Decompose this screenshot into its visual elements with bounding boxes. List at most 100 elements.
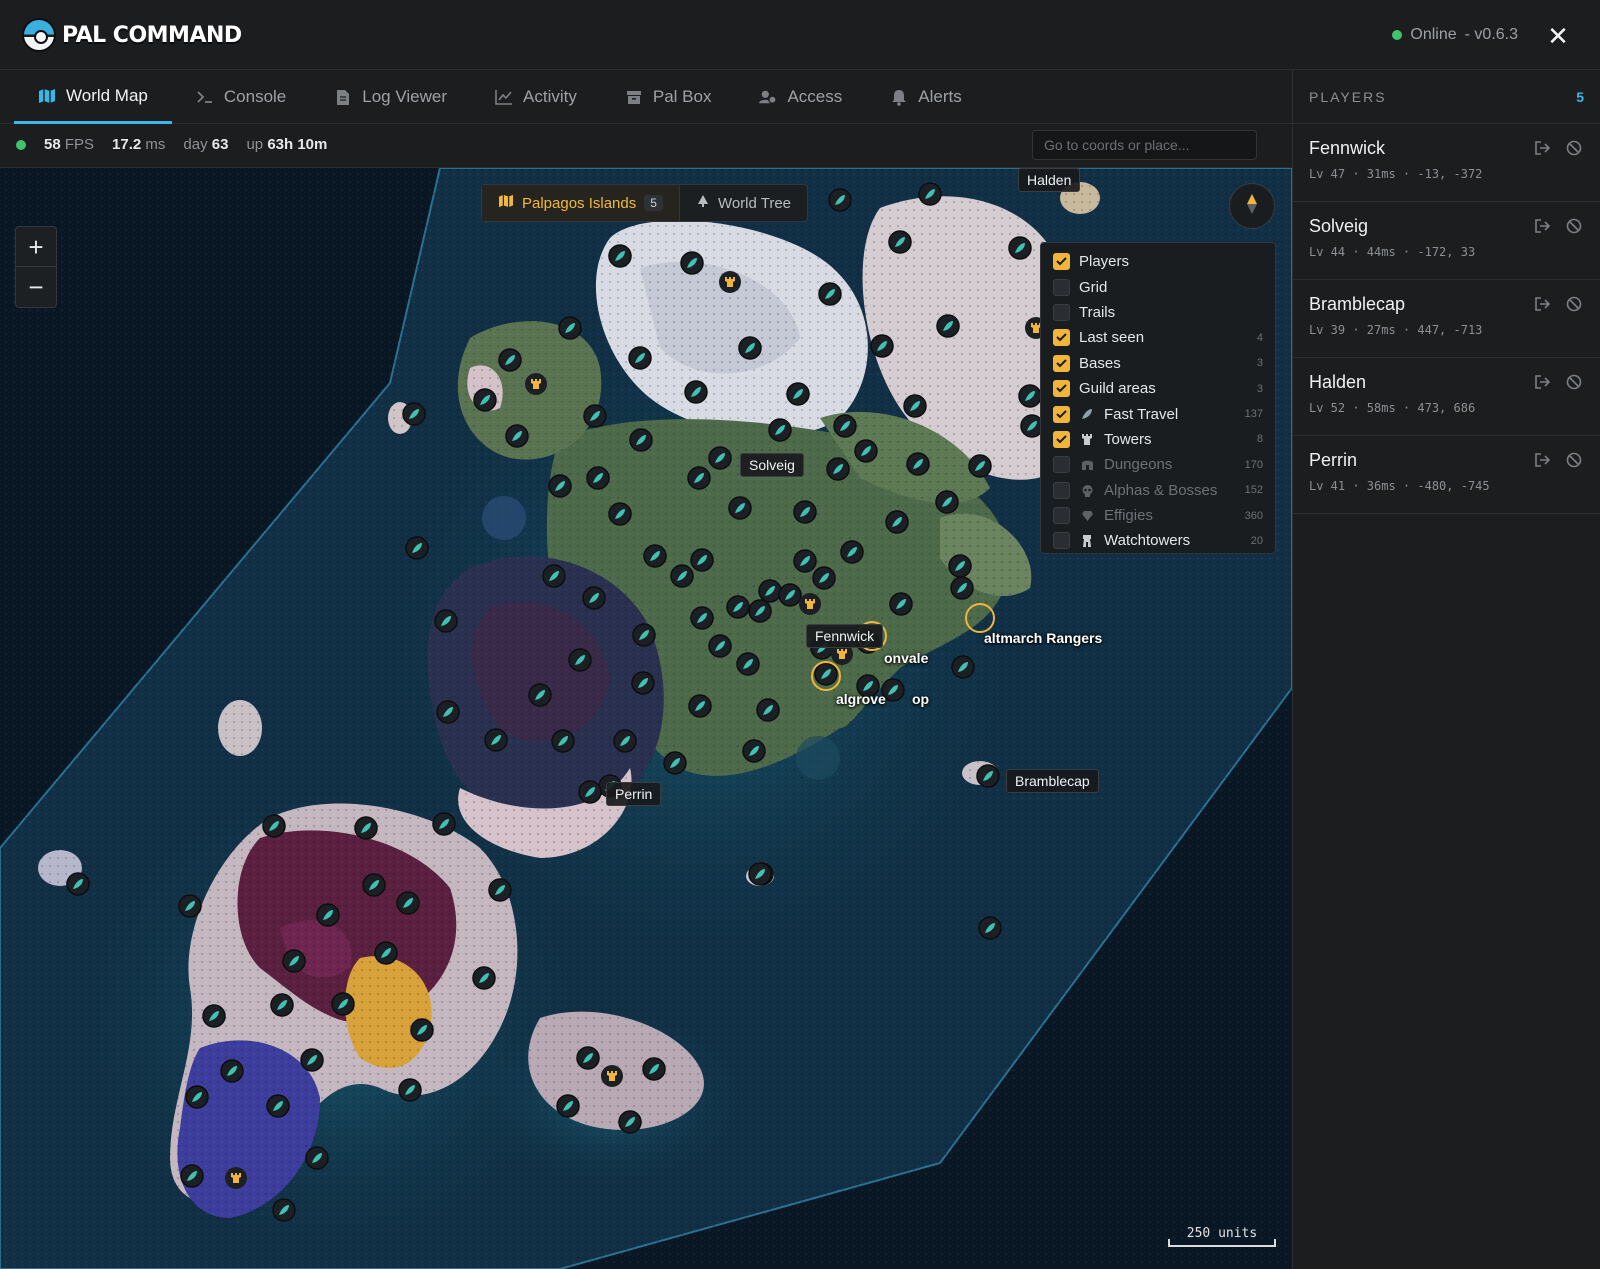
zoom-out-button[interactable]: −: [16, 267, 56, 307]
fast-travel-marker[interactable]: [618, 1110, 642, 1134]
fast-travel-marker[interactable]: [472, 966, 496, 990]
fast-travel-marker[interactable]: [266, 1094, 290, 1118]
fast-travel-marker[interactable]: [936, 314, 960, 338]
kick-icon[interactable]: [1534, 452, 1552, 470]
fast-travel-marker[interactable]: [632, 623, 656, 647]
fast-travel-marker[interactable]: [583, 404, 607, 428]
fast-travel-marker[interactable]: [728, 496, 752, 520]
fast-travel-marker[interactable]: [903, 394, 927, 418]
player-row[interactable]: Halden Lv 52 · 58ms · 473, 686: [1293, 358, 1600, 436]
fast-travel-marker[interactable]: [262, 814, 286, 838]
region-palpagos-islands[interactable]: Palpagos Islands 5: [482, 185, 680, 221]
layer-players[interactable]: Players: [1053, 249, 1263, 274]
fast-travel-marker[interactable]: [551, 729, 575, 753]
tab-log-viewer[interactable]: Log Viewer: [310, 70, 471, 124]
fast-travel-marker[interactable]: [778, 583, 802, 607]
checkbox[interactable]: [1053, 253, 1070, 271]
fast-travel-marker[interactable]: [220, 1059, 244, 1083]
fast-travel-marker[interactable]: [918, 182, 942, 206]
fast-travel-marker[interactable]: [948, 554, 972, 578]
kick-icon[interactable]: [1534, 140, 1552, 158]
layer-fast-travel[interactable]: Fast Travel 137: [1053, 401, 1263, 426]
fast-travel-marker[interactable]: [300, 1048, 324, 1072]
fast-travel-marker[interactable]: [976, 764, 1000, 788]
fast-travel-marker[interactable]: [631, 671, 655, 695]
tab-activity[interactable]: Activity: [471, 70, 601, 124]
player-marker-label[interactable]: Bramblecap: [1006, 769, 1099, 793]
fast-travel-marker[interactable]: [684, 380, 708, 404]
fast-travel-marker[interactable]: [362, 873, 386, 897]
kick-icon[interactable]: [1534, 374, 1552, 392]
fast-travel-marker[interactable]: [768, 418, 792, 442]
fast-travel-marker[interactable]: [1018, 384, 1042, 408]
fast-travel-marker[interactable]: [402, 402, 426, 426]
checkbox[interactable]: [1053, 532, 1070, 550]
fast-travel-marker[interactable]: [398, 1078, 422, 1102]
fast-travel-marker[interactable]: [826, 457, 850, 481]
fast-travel-marker[interactable]: [498, 348, 522, 372]
fast-travel-marker[interactable]: [814, 662, 838, 686]
fast-travel-marker[interactable]: [793, 500, 817, 524]
player-marker-label[interactable]: Halden: [1018, 168, 1081, 192]
coords-search-input[interactable]: [1032, 130, 1257, 160]
fast-travel-marker[interactable]: [870, 334, 894, 358]
fast-travel-marker[interactable]: [405, 536, 429, 560]
region-world-tree[interactable]: World Tree: [680, 185, 807, 221]
fast-travel-marker[interactable]: [548, 474, 572, 498]
fast-travel-marker[interactable]: [663, 751, 687, 775]
ban-icon[interactable]: [1566, 140, 1584, 158]
fast-travel-marker[interactable]: [396, 891, 420, 915]
fast-travel-marker[interactable]: [578, 780, 602, 804]
fast-travel-marker[interactable]: [708, 446, 732, 470]
fast-travel-marker[interactable]: [840, 540, 864, 564]
layer-towers[interactable]: Towers 8: [1053, 427, 1263, 452]
kick-icon[interactable]: [1534, 218, 1552, 236]
fast-travel-marker[interactable]: [680, 251, 704, 275]
checkbox[interactable]: [1053, 278, 1070, 296]
fast-travel-marker[interactable]: [66, 872, 90, 896]
fast-travel-marker[interactable]: [528, 683, 552, 707]
tower-marker[interactable]: [799, 593, 821, 615]
fast-travel-marker[interactable]: [305, 1146, 329, 1170]
checkbox[interactable]: [1053, 430, 1070, 448]
fast-travel-marker[interactable]: [951, 655, 975, 679]
fast-travel-marker[interactable]: [568, 648, 592, 672]
fast-travel-marker[interactable]: [978, 916, 1002, 940]
tower-marker[interactable]: [719, 271, 741, 293]
fast-travel-marker[interactable]: [690, 548, 714, 572]
compass-button[interactable]: [1229, 183, 1275, 229]
fast-travel-marker[interactable]: [316, 903, 340, 927]
fast-travel-marker[interactable]: [642, 1057, 666, 1081]
layer-alphas-bosses[interactable]: Alphas & Bosses 152: [1053, 478, 1263, 503]
fast-travel-marker[interactable]: [178, 894, 202, 918]
fast-travel-marker[interactable]: [748, 599, 772, 623]
checkbox[interactable]: [1053, 329, 1070, 347]
layer-last-seen[interactable]: Last seen 4: [1053, 325, 1263, 350]
fast-travel-marker[interactable]: [885, 510, 909, 534]
fast-travel-marker[interactable]: [950, 576, 974, 600]
fast-travel-marker[interactable]: [374, 941, 398, 965]
fast-travel-marker[interactable]: [410, 1018, 434, 1042]
base-marker[interactable]: [965, 603, 995, 633]
player-row[interactable]: Bramblecap Lv 39 · 27ms · 447, -713: [1293, 280, 1600, 358]
tower-marker[interactable]: [601, 1065, 623, 1087]
fast-travel-marker[interactable]: [434, 609, 458, 633]
fast-travel-marker[interactable]: [726, 595, 750, 619]
fast-travel-marker[interactable]: [742, 739, 766, 763]
kick-icon[interactable]: [1534, 296, 1552, 314]
checkbox[interactable]: [1053, 456, 1070, 474]
fast-travel-marker[interactable]: [708, 634, 732, 658]
fast-travel-marker[interactable]: [756, 698, 780, 722]
fast-travel-marker[interactable]: [786, 382, 810, 406]
layer-trails[interactable]: Trails: [1053, 300, 1263, 325]
layer-guild-areas[interactable]: Guild areas 3: [1053, 376, 1263, 401]
ban-icon[interactable]: [1566, 452, 1584, 470]
fast-travel-marker[interactable]: [473, 388, 497, 412]
checkbox[interactable]: [1053, 380, 1070, 398]
fast-travel-marker[interactable]: [629, 428, 653, 452]
fast-travel-marker[interactable]: [833, 414, 857, 438]
fast-travel-marker[interactable]: [608, 502, 632, 526]
close-button[interactable]: ✕: [1546, 23, 1570, 49]
tab-alerts[interactable]: Alerts: [866, 70, 985, 124]
fast-travel-marker[interactable]: [818, 282, 842, 306]
